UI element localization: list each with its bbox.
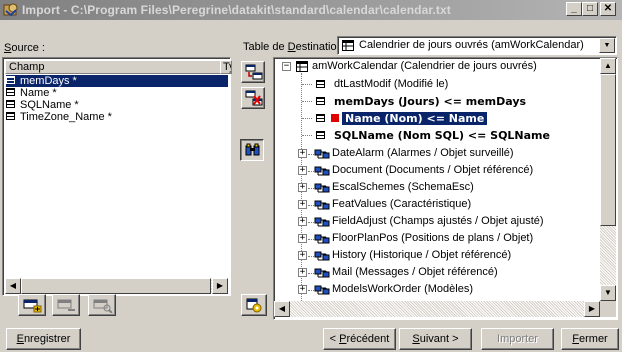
map-field-icon: [245, 64, 263, 80]
expand-toggle[interactable]: +: [298, 200, 307, 209]
scrollbar-corner: [600, 301, 616, 317]
destination-table-select[interactable]: Calendrier de jours ouvrés (amWorkCalend…: [337, 36, 617, 55]
column-header-champ[interactable]: Champ: [5, 60, 221, 74]
add-calculated-field-icon: [23, 299, 42, 313]
table-icon: [342, 40, 354, 51]
tree-link[interactable]: FloorPlanPos (Positions de plans / Objet…: [332, 230, 533, 247]
tree-link[interactable]: FeatValues (Caractéristique): [332, 196, 471, 213]
expand-toggle[interactable]: +: [298, 285, 307, 294]
map-field-button[interactable]: [241, 61, 265, 83]
add-field-button[interactable]: [18, 294, 46, 316]
scroll-left-icon[interactable]: ◀: [274, 301, 290, 317]
tree-link[interactable]: Mail (Messages / Objet référencé): [332, 264, 498, 281]
destination-label: Table de Destination :: [243, 41, 349, 53]
destination-selected-value: Calendrier de jours ouvrés (amWorkCalend…: [359, 39, 584, 51]
title-bar[interactable]: Import - C:\Program Files\Peregrine\data…: [0, 0, 622, 20]
auto-map-button[interactable]: [240, 139, 264, 161]
source-field-list[interactable]: Champ Typ memDays * Name * SQLName * Tim…: [2, 57, 232, 296]
tree-link[interactable]: DateAlarm (Alarmes / Objet surveillé): [332, 145, 514, 162]
collapse-toggle[interactable]: −: [282, 62, 291, 71]
tree-link[interactable]: Document (Documents / Objet référencé): [332, 162, 533, 179]
tree-field-mapped[interactable]: SQLName (Nom SQL) <= SQLName: [334, 127, 550, 144]
tree-link[interactable]: FieldAdjust (Champs ajustés / Objet ajus…: [332, 213, 544, 230]
tree-options-button[interactable]: [241, 294, 267, 316]
remove-field-icon: [57, 299, 75, 311]
scroll-left-icon[interactable]: ◀: [5, 278, 21, 294]
scroll-down-icon[interactable]: ▼: [600, 285, 616, 301]
chevron-down-icon[interactable]: ▼: [599, 38, 615, 53]
field-icon: [6, 76, 15, 84]
expand-toggle[interactable]: +: [298, 234, 307, 243]
tree-link[interactable]: History (Historique / Objet référencé): [332, 247, 511, 264]
scrollbar-thumb[interactable]: [600, 74, 616, 226]
expand-toggle[interactable]: +: [298, 166, 307, 175]
app-icon: [3, 3, 18, 17]
link-icon: [314, 251, 330, 261]
save-button[interactable]: Enregistrer: [6, 328, 81, 350]
link-icon: [314, 200, 330, 210]
tree-field-mapped[interactable]: memDays (Jours) <= memDays: [334, 93, 526, 110]
field-icon: [6, 88, 15, 96]
import-dialog: Import - C:\Program Files\Peregrine\data…: [0, 0, 622, 352]
tree-link[interactable]: EscalSchemes (SchemaEsc): [332, 179, 474, 196]
expand-toggle[interactable]: +: [298, 268, 307, 277]
destination-field-tree[interactable]: − amWorkCalendar (Calendrier de jours ou…: [273, 57, 618, 320]
tree-options-icon: [246, 298, 262, 313]
expand-toggle[interactable]: +: [298, 183, 307, 192]
edit-field-button[interactable]: [88, 294, 116, 316]
scroll-right-icon[interactable]: ▶: [584, 301, 600, 317]
field-icon: [316, 80, 325, 88]
edit-field-icon: [93, 299, 113, 313]
link-icon: [314, 217, 330, 227]
mapping-marker-icon: [331, 114, 339, 122]
tree-horizontal-scrollbar[interactable]: [274, 301, 600, 317]
list-item[interactable]: Name *: [6, 87, 226, 99]
column-header-type[interactable]: Typ: [220, 60, 232, 74]
field-icon: [316, 131, 325, 139]
field-icon: [316, 114, 325, 122]
link-icon: [314, 285, 330, 295]
maximize-button[interactable]: □: [582, 2, 598, 16]
import-button[interactable]: Importer: [481, 328, 554, 350]
window-title: Import - C:\Program Files\Peregrine\data…: [22, 3, 451, 17]
expand-toggle[interactable]: +: [298, 217, 307, 226]
unmap-field-icon: [245, 90, 263, 106]
tree-link[interactable]: ModelsWorkOrder (Modèles): [332, 281, 473, 298]
expand-toggle[interactable]: +: [298, 251, 307, 260]
scroll-right-icon[interactable]: ▶: [212, 278, 228, 294]
link-icon: [314, 149, 330, 159]
tree-field-selected[interactable]: Name (Nom) <= Name: [340, 110, 489, 127]
close-window-button[interactable]: ✕: [600, 2, 616, 16]
list-item[interactable]: SQLName *: [6, 99, 226, 111]
minimize-button[interactable]: _: [566, 2, 582, 16]
list-item[interactable]: memDays *: [6, 75, 228, 87]
expand-toggle[interactable]: +: [298, 149, 307, 158]
tree-field[interactable]: dtLastModif (Modifié le): [334, 76, 448, 93]
remove-field-button[interactable]: [52, 294, 80, 316]
scrollbar-thumb[interactable]: [21, 278, 211, 294]
next-button[interactable]: Suivant >: [399, 328, 472, 350]
field-icon: [6, 112, 15, 120]
auto-map-binoculars-icon: [245, 143, 260, 156]
close-button[interactable]: Fermer: [561, 328, 619, 350]
table-icon: [296, 61, 308, 72]
unmap-field-button[interactable]: [241, 87, 265, 109]
link-icon: [314, 166, 330, 176]
scroll-up-icon[interactable]: ▲: [600, 58, 616, 74]
tree-root-table[interactable]: amWorkCalendar (Calendrier de jours ouvr…: [312, 58, 537, 75]
link-icon: [314, 268, 330, 278]
link-icon: [314, 234, 330, 244]
source-label: Source :: [4, 42, 45, 54]
field-icon: [316, 97, 325, 105]
field-icon: [6, 100, 15, 108]
previous-button[interactable]: < Précédent: [323, 328, 396, 350]
link-icon: [314, 183, 330, 193]
list-item[interactable]: TimeZone_Name *: [6, 111, 226, 123]
